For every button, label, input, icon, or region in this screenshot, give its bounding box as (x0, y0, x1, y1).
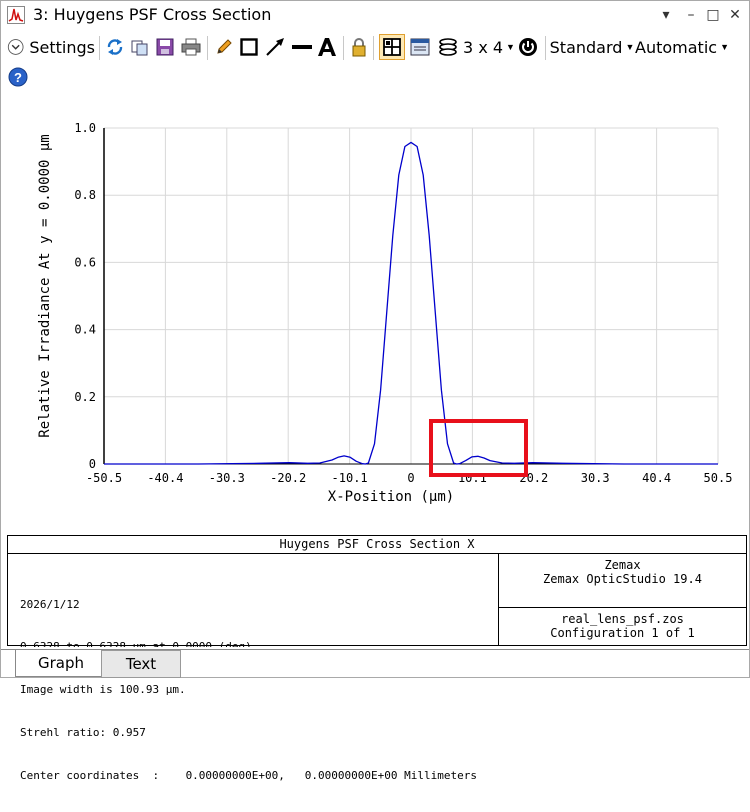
settings-chevron-icon (7, 39, 24, 55)
text-A-icon (318, 38, 336, 56)
y-tick-label: 0.2 (74, 390, 96, 404)
info-left-block: 2026/1/12 0.6328 to 0.6328 µm at 0.0000 … (20, 569, 477, 812)
rectangle-icon (240, 38, 258, 56)
tab-bar: Graph Text (1, 647, 749, 678)
line-icon (292, 45, 312, 49)
grid-toggle-icon (383, 38, 401, 56)
clone-window-icon (410, 38, 430, 56)
x-tick-label: -30.3 (209, 471, 245, 485)
save-icon (156, 38, 174, 56)
tab-graph[interactable]: Graph (15, 650, 107, 677)
x-tick-label: 40.4 (642, 471, 671, 485)
standard-label: Standard (549, 37, 623, 57)
info-vendor: Zemax (604, 558, 641, 572)
power-button[interactable] (516, 35, 540, 59)
refresh-button[interactable] (104, 35, 126, 59)
copy-button[interactable] (129, 35, 151, 59)
minimize-button[interactable]: – (681, 5, 701, 25)
layout-label: 3 x 4 (463, 37, 504, 57)
window-title: 3: Huygens PSF Cross Section (33, 5, 272, 24)
text-tool[interactable] (316, 35, 338, 59)
collapse-button[interactable]: ▾ (656, 5, 676, 25)
y-tick-label: 1.0 (74, 121, 96, 135)
x-tick-label: -50.5 (86, 471, 122, 485)
tab-text[interactable]: Text (101, 650, 181, 678)
rectangle-tool[interactable] (238, 35, 260, 59)
layout-dropdown[interactable]: 3 x 4 ▼ (463, 35, 515, 59)
plot-area: -50.5 -40.4 -30.3 -20.2 -10.1 0 10.1 20.2 30.3 40… (6, 95, 744, 535)
info-configuration: Configuration 1 of 1 (550, 626, 695, 640)
lock-icon (352, 38, 366, 57)
arrow-tool[interactable] (263, 35, 287, 59)
save-button[interactable] (154, 35, 176, 59)
dropdown-arrow-icon: ▼ (625, 42, 635, 52)
info-center-coords: Center coordinates : 0.00000000E+00, 0.0… (20, 769, 477, 783)
info-strehl: Strehl ratio: 0.957 (20, 726, 146, 740)
power-icon (519, 38, 537, 56)
print-icon (181, 38, 201, 56)
info-image-width: Image width is 100.93 µm. (20, 683, 186, 697)
print-button[interactable] (179, 35, 203, 59)
x-axis-label: X-Position (µm) (328, 489, 454, 505)
help-icon: ? (8, 67, 28, 87)
x-tick-label: 0 (407, 471, 414, 485)
x-tick-label: 50.5 (704, 471, 733, 485)
x-tick-label: -20.2 (270, 471, 306, 485)
lock-button[interactable] (348, 35, 370, 59)
maximize-button[interactable]: □ (703, 5, 723, 25)
layers-icon (439, 38, 457, 56)
automatic-dropdown[interactable]: Automatic ▼ (635, 35, 729, 59)
x-tick-label: 30.3 (581, 471, 610, 485)
help-button[interactable]: ? (7, 65, 29, 89)
info-file: real_lens_psf.zos Configuration 1 of 1 (499, 609, 746, 645)
automatic-label: Automatic (635, 37, 718, 57)
close-button[interactable]: ✕ (725, 5, 745, 25)
y-tick-label: 0.8 (74, 188, 96, 202)
info-date: 2026/1/12 (20, 597, 80, 611)
title-bar: 3: Huygens PSF Cross Section ▾ – □ ✕ (1, 1, 749, 29)
settings-button[interactable]: Settings (7, 35, 95, 59)
grid-toggle-button[interactable] (379, 34, 405, 60)
pencil-tool[interactable] (213, 35, 235, 59)
pencil-icon (217, 39, 232, 54)
analysis-window: 3: Huygens PSF Cross Section ▾ – □ ✕ Set… (0, 0, 750, 782)
y-tick-label: 0.4 (74, 323, 96, 337)
info-panel: Huygens PSF Cross Section X 2026/1/12 0.… (7, 535, 747, 782)
y-tick-label: 0.6 (74, 255, 96, 269)
copy-icon (131, 40, 148, 56)
layers-button[interactable] (436, 35, 460, 59)
info-version: Zemax OpticStudio 19.4 (543, 572, 702, 586)
info-filename: real_lens_psf.zos (561, 612, 684, 626)
info-title: Huygens PSF Cross Section X (8, 536, 746, 554)
refresh-icon (107, 39, 123, 55)
x-tick-label: -10.1 (332, 471, 368, 485)
dropdown-arrow-icon: ▼ (720, 42, 729, 52)
toolbar: Settings 3 x 4 ▼ Standard ▼ Automatic ▼ … (1, 32, 749, 92)
line-tool[interactable] (290, 35, 314, 59)
psf-chart[interactable]: -50.5 -40.4 -30.3 -20.2 -10.1 0 10.1 20.2 30.3 40… (6, 95, 744, 535)
x-tick-label: -40.4 (147, 471, 183, 485)
settings-label: Settings (29, 37, 95, 57)
svg-text:?: ? (14, 70, 22, 85)
y-tick-label: 0 (89, 457, 96, 471)
standard-dropdown[interactable]: Standard ▼ (549, 35, 635, 59)
y-axis-label: Relative Irradiance At y = 0.0000 µm (37, 134, 53, 437)
arrow-line-icon (266, 38, 284, 56)
dropdown-arrow-icon: ▼ (506, 42, 515, 52)
graph-app-icon (7, 6, 25, 24)
info-software: Zemax Zemax OpticStudio 19.4 (499, 554, 746, 608)
clone-window-button[interactable] (408, 35, 432, 59)
